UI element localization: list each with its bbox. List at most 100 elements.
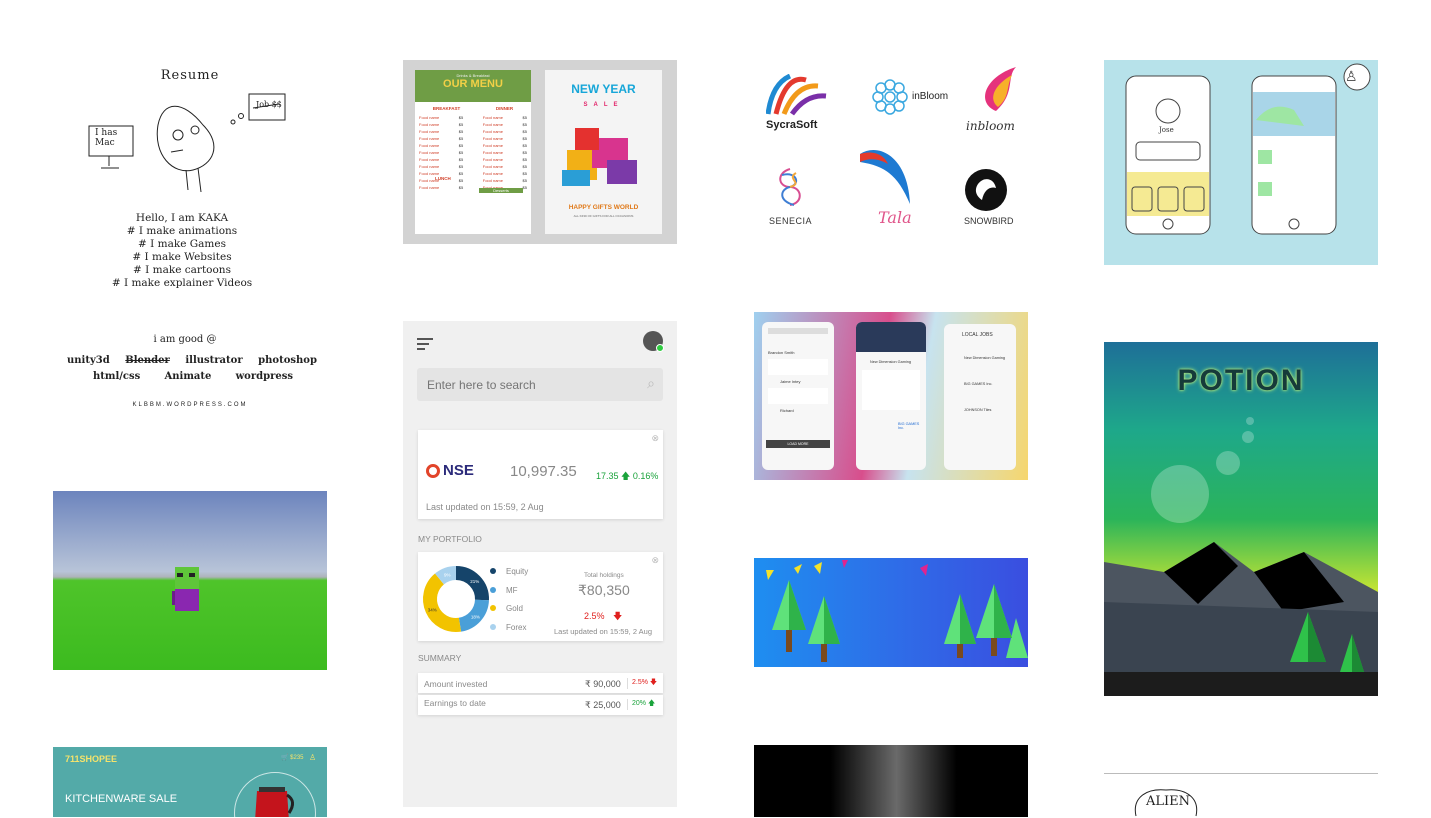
close-icon[interactable]: ⊗ (651, 433, 659, 444)
portfolio-change: 2.5% 🡇 (584, 609, 622, 625)
logo-label: SNOWBIRD (964, 216, 1014, 226)
legend-label: MF (506, 585, 518, 595)
finance-dashboard-tile[interactable]: ⌕ ⊗ NSE 10,997.35 17.35 🡅 0.16% Last upd… (403, 321, 677, 807)
skill: Animate (164, 371, 212, 382)
person-name: Jaime Intey (780, 379, 801, 384)
close-icon[interactable]: ⊗ (651, 555, 659, 566)
kettle-image (255, 787, 294, 817)
menu-item-price: $5 (458, 136, 464, 141)
resume-line: Hello, I am KAKA (135, 212, 229, 224)
summary-row[interactable]: Earnings to date ₹ 25,000 20% 🡅 (418, 695, 663, 715)
legend-item: Gold (490, 600, 528, 619)
nse-change: 17.35 🡅 0.16% (596, 469, 658, 485)
legend-label: Equity (506, 567, 529, 576)
nse-card[interactable]: ⊗ NSE 10,997.35 17.35 🡅 0.16% Last updat… (418, 430, 663, 519)
menu-item-name: Food name (419, 115, 440, 120)
nse-updated: Last updated on 15:59, 2 Aug (426, 502, 544, 512)
avatar[interactable] (643, 331, 664, 352)
arrow-up-icon: 🡅 (647, 700, 656, 707)
dark-scene-tile[interactable] (754, 745, 1028, 817)
cart-icon: 🛒 (281, 755, 289, 761)
summary-pct: 20% 🡅 (627, 699, 655, 710)
menu-items: Food name $5 Food name $5 Food name $5 Food na… (415, 111, 531, 194)
summary-row[interactable]: Amount invested ₹ 90,000 2.5% 🡇 (418, 673, 663, 693)
ny-subtitle: HAPPY GIFTS WORLD (568, 204, 639, 211)
menu-item-name: Food name (419, 157, 440, 162)
search-icon[interactable]: ⌕ (647, 375, 655, 392)
jobs-app-tile[interactable]: Brandon Smith Jaime Intey Richard LOAD M… (754, 312, 1028, 480)
menu-section: Desserts (479, 188, 523, 193)
wireframe-tile[interactable]: Jose ♙ (1104, 60, 1378, 265)
menu-item-price: $5 (458, 185, 464, 190)
game-scene-tile[interactable] (53, 491, 327, 670)
menu-item-price: $5 (458, 143, 464, 148)
user-icon[interactable]: ♙ (309, 753, 316, 762)
inbloom-flower-logo (872, 79, 908, 115)
gifts-image (562, 128, 637, 186)
portfolio-updated: Last updated on 15:59, 2 Aug (554, 627, 653, 636)
search-bar[interactable]: ⌕ (417, 368, 663, 401)
company-name: BIG GAMES Inc. (898, 422, 920, 430)
nse-emblem-icon (426, 463, 440, 478)
resume-sketch-tile[interactable]: Resume I has Mac Job $$ Hello, I am KAKA… (53, 60, 327, 420)
menu-item-name: Food name (482, 143, 503, 148)
online-dot (656, 344, 664, 352)
menu-section: DINNER (495, 106, 514, 111)
load-more-button[interactable]: LOAD MORE (766, 440, 830, 448)
nse-value: 10,997.35 (510, 463, 577, 480)
arrow-down-icon: 🡇 (613, 611, 623, 621)
sycrasoft-logo (766, 74, 827, 116)
menu-item-price: $5 (522, 129, 527, 134)
menu-item-price: $5 (458, 122, 464, 127)
menu-item-price: $5 (522, 178, 527, 183)
shop-cart[interactable]: 🛒 $235 (281, 754, 304, 761)
flyers-tile[interactable]: Drinks & Breakfast OUR MENU BREAKFAST DI… (403, 60, 677, 244)
menu-flyer: Drinks & Breakfast OUR MENU BREAKFAST DI… (415, 70, 531, 234)
menu-item-price: $5 (522, 185, 527, 190)
skill: html/css (93, 371, 141, 382)
potion-scene-tile[interactable]: POTION (1104, 342, 1378, 696)
legend-swatch (490, 623, 496, 630)
menu-tag: Drinks & Breakfast (456, 73, 490, 78)
menu-item: Food name $5 Food name $5 (419, 150, 527, 155)
legend-label: Gold (506, 604, 523, 613)
job-note: Job $$ (256, 100, 282, 109)
menu-item-name: Food name (419, 136, 440, 141)
snowbird-logo (965, 169, 1007, 211)
donut-label: 21% (470, 579, 479, 584)
company-name: JOHNSON Tiles (964, 408, 992, 412)
search-input[interactable] (425, 377, 629, 393)
portfolio-donut: 21% 18% 34% 9% (423, 566, 489, 632)
alien-sketch-tile[interactable]: ALIEN (1104, 773, 1378, 818)
jobs-screen-2: New Dimension Gaming BIG GAMES Inc. (856, 322, 926, 470)
person-name: Richard (780, 408, 794, 413)
ny-fine: ALL KIND OF GIFTS FOR ALL OCCASIONS (573, 214, 634, 218)
jobs-screen-1: Brandon Smith Jaime Intey Richard LOAD M… (762, 322, 834, 470)
menu-item: Food name $5 Food name $5 (419, 164, 527, 169)
company-name: BIG GAMES Inc. (964, 382, 993, 386)
robot-character (172, 567, 199, 611)
nse-label: NSE (443, 462, 474, 479)
portfolio-card[interactable]: ⊗ 21% 18% 34% 9% Equity MF Gold Forex Total… (418, 552, 663, 641)
portfolio-legend: Equity MF Gold Forex (490, 563, 528, 637)
skill: unity3d (67, 355, 110, 366)
summary-value: ₹ 25,000 (585, 700, 621, 710)
menu-item-price: $5 (522, 171, 527, 176)
menu-item-name: Food name (419, 164, 440, 169)
menu-item-name: Food name (482, 171, 503, 176)
company-name: New Dimension Gaming (964, 356, 1005, 360)
shop-tile[interactable]: 711SHOPEE 🛒 $235 ♙ KITCHENWARE SALE (53, 747, 327, 817)
skill: photoshop (258, 355, 317, 366)
summary-label: Amount invested (424, 679, 488, 689)
profile-icon[interactable]: ♙ (1345, 68, 1358, 85)
nse-logo: NSE (426, 462, 474, 479)
menu-item-name: Food name (482, 129, 503, 134)
menu-item: Food name $5 Food name $5 (419, 129, 527, 134)
menu-item-price: $5 (458, 164, 464, 169)
menu-item-price: $5 (522, 143, 527, 148)
menu-icon[interactable] (417, 338, 433, 350)
logos-tile[interactable]: SycraSoft inBloom inbloom SENECIA Tala S… (754, 60, 1028, 240)
trees-scene-tile[interactable] (754, 558, 1028, 667)
good-at-label: i am good @ (153, 334, 217, 345)
portfolio-change-pct: 2.5% (584, 611, 605, 621)
